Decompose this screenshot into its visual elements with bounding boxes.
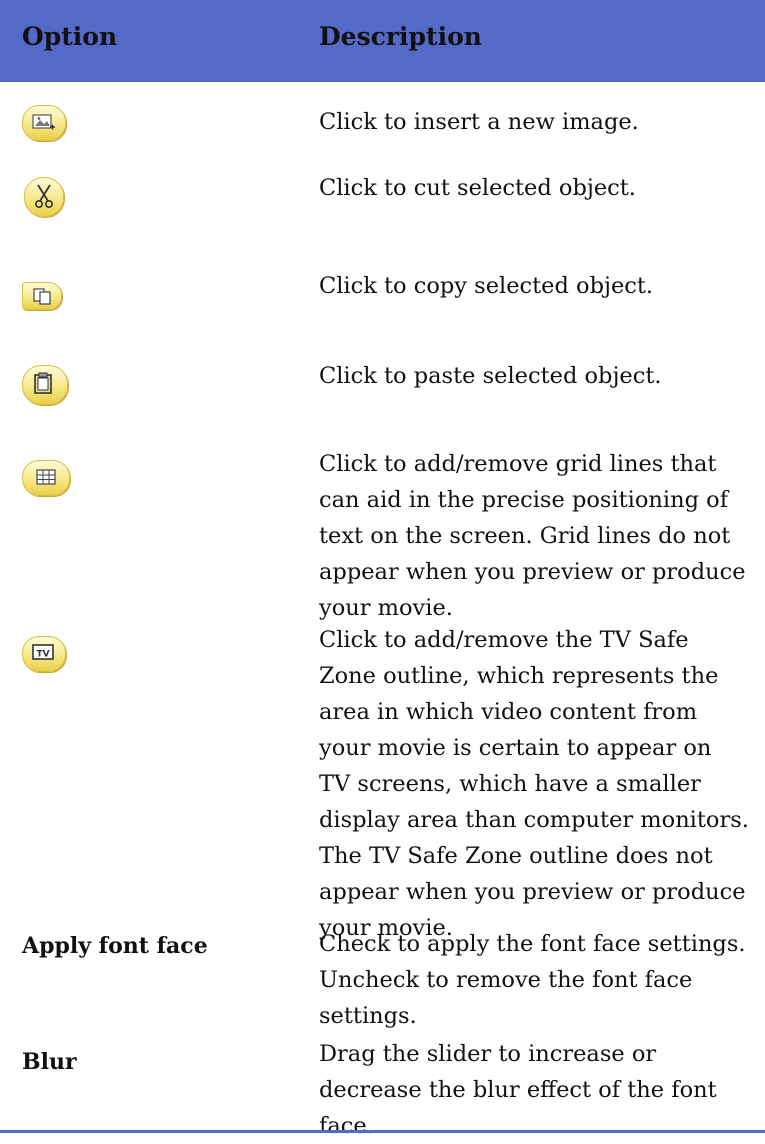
svg-text:TV: TV [37,650,50,660]
description-cell: Click to cut selected object. [319,175,636,201]
description-cell: Drag the slider to increase or decrease … [319,1041,717,1139]
table-row: Click to insert a new image. [0,82,765,152]
insert-image-icon[interactable] [22,105,66,141]
option-label: Blur [22,1049,77,1075]
tv-safe-zone-icon[interactable]: TV [22,636,66,672]
paste-icon[interactable] [22,365,68,405]
table-row: Click to copy selected object. [0,252,765,338]
description-column-header: Description [319,22,482,51]
description-cell: Click to copy selected object. [319,273,654,299]
option-cell: Apply font face [22,928,302,964]
table-row: Click to paste selected object. [0,338,765,434]
option-label: Apply font face [22,933,208,959]
description-cell: Click to add/remove the TV Safe Zone out… [319,627,749,941]
copy-icon[interactable] [22,282,62,310]
description-cell: Click to paste selected object. [319,363,662,389]
description-cell: Click to insert a new image. [319,109,639,135]
table-bottom-rule [0,1130,765,1133]
options-table: Option Description Click to insert a new… [0,0,765,1139]
option-column-header: Option [22,22,118,51]
table-row: Blur Drag the slider to increase or decr… [0,1022,765,1139]
table-header: Option Description [0,0,765,82]
description-cell: Click to add/remove grid lines that can … [319,451,746,621]
cut-icon[interactable] [24,177,64,217]
table-row: Apply font face Check to apply the font … [0,914,765,1029]
table-row: Click to cut selected object. [0,152,765,252]
option-cell: Blur [22,1044,302,1080]
table-row: TV Click to add/remove the TV Safe Zone … [0,616,765,941]
table-row: Click to add/remove grid lines that can … [0,434,765,621]
grid-lines-icon[interactable] [22,460,70,496]
description-cell: Check to apply the font face settings. U… [319,931,746,1029]
